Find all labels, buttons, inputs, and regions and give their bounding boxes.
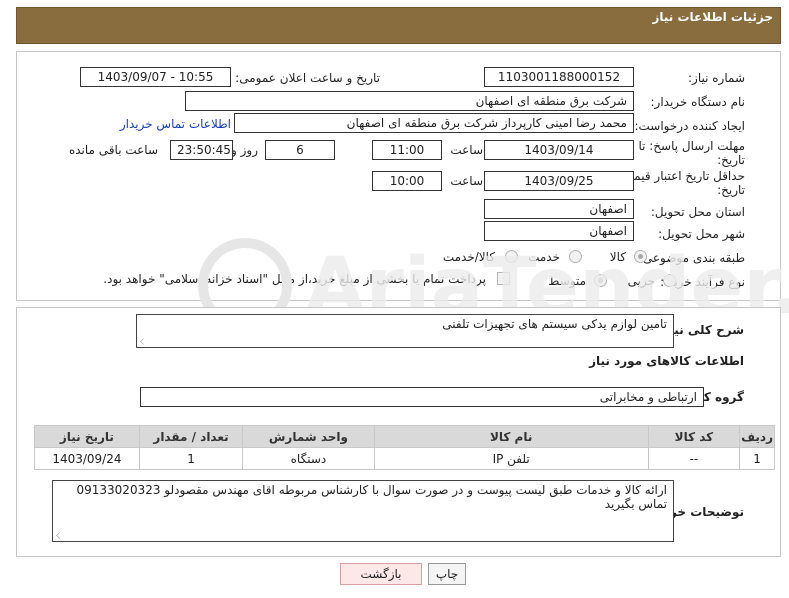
category-option-service: خدمت [528,250,560,264]
category-option-goods: کالا [609,250,626,264]
remaining-time-label: ساعت باقی مانده [68,143,158,157]
buyer-notes-text: ارائه کالا و خدمات طبق لیست پیوست و در ص… [76,483,668,511]
category-radio-goods[interactable] [634,250,647,263]
goods-table: ردیف کد کالا نام کالا واحد شمارش تعداد /… [34,425,775,470]
table-header-row: ردیف کد کالا نام کالا واحد شمارش تعداد /… [34,425,775,448]
table-row: 1 -- تلفن IP دستگاه 1 1403/09/24 [34,447,775,470]
buyer-org-label: نام دستگاه خریدار: [650,95,746,109]
cell-name: تلفن IP [373,447,649,470]
announce-datetime-field: 1403/09/07 - 10:55 [80,67,231,87]
category-radio-service[interactable] [569,250,582,263]
need-number-label: شماره نیاز: [688,71,745,85]
resize-grip-icon [56,532,63,539]
buyer-notes-textarea: ارائه کالا و خدمات طبق لیست پیوست و در ص… [52,480,674,542]
creator-label: ایجاد کننده درخواست: [634,119,745,133]
treasury-payment-note: پرداخت تمام یا بخشی از مبلغ خرید،از محل … [103,272,486,286]
announce-datetime-label: تاریخ و ساعت اعلان عمومی: [235,71,380,85]
deadline-label: مهلت ارسال پاسخ: تا [638,139,745,153]
price-validity-date-label: تاریخ: [717,183,745,197]
page-title: جزئیات اطلاعات نیاز [652,10,773,24]
days-label: روز و [231,143,258,157]
cell-unit: دستگاه [242,447,375,470]
description-textarea: تامین لوازم یدکی سیستم های تجهیزات تلفنی [136,314,674,348]
col-qty-header: تعداد / مقدار [138,425,244,448]
goods-info-title: اطلاعات کالاهای مورد نیاز [589,354,744,368]
treasury-payment-checkbox[interactable] [497,272,510,285]
description-text: تامین لوازم یدکی سیستم های تجهیزات تلفنی [442,317,667,331]
city-label: شهر محل تحویل: [658,227,745,241]
col-date-header: تاریخ نیاز [34,425,140,448]
process-option-medium: متوسط [548,274,586,288]
price-validity-time-field: 10:00 [372,171,442,191]
goods-group-field: ارتباطی و مخابراتی [140,387,704,407]
creator-field: محمد رضا امینی کارپرداز شرکت برق منطقه ا… [234,113,634,133]
cell-date: 1403/09/24 [34,447,140,470]
category-label: طبقه بندی موضوعی: [638,251,745,265]
buyer-contact-link[interactable]: اطلاعات تماس خریدار [120,117,231,131]
price-validity-date-field: 1403/09/25 [484,171,634,191]
process-radio-minor[interactable] [663,274,676,287]
print-button[interactable]: چاپ [428,563,466,585]
remaining-time-field: 23:50:45 [170,140,233,160]
province-field: اصفهان [484,199,634,219]
col-row-header: ردیف [739,425,775,448]
process-radio-medium[interactable] [594,274,607,287]
need-number-field: 1103001188000152 [484,67,634,87]
category-radio-goods-service[interactable] [505,250,518,263]
price-validity-time-label: ساعت [450,174,483,188]
resize-grip-icon [140,338,147,345]
city-field: اصفهان [484,221,634,241]
deadline-date-field: 1403/09/14 [484,140,634,160]
process-option-minor: جزیی [627,274,655,288]
col-code-header: کد کالا [647,425,741,448]
province-label: استان محل تحویل: [650,205,745,219]
deadline-date-label: تاریخ: [717,153,745,167]
back-button[interactable]: بازگشت [340,563,422,585]
col-name-header: نام کالا [373,425,649,448]
cell-qty: 1 [138,447,244,470]
category-option-goods-service: کالا/خدمت [442,250,495,264]
cell-code: -- [647,447,741,470]
deadline-time-field: 11:00 [372,140,442,160]
buyer-org-field: شرکت برق منطقه ای اصفهان [185,91,634,111]
col-unit-header: واحد شمارش [242,425,375,448]
remaining-days-field: 6 [265,140,335,160]
cell-row: 1 [739,447,775,470]
deadline-time-label: ساعت [450,143,483,157]
